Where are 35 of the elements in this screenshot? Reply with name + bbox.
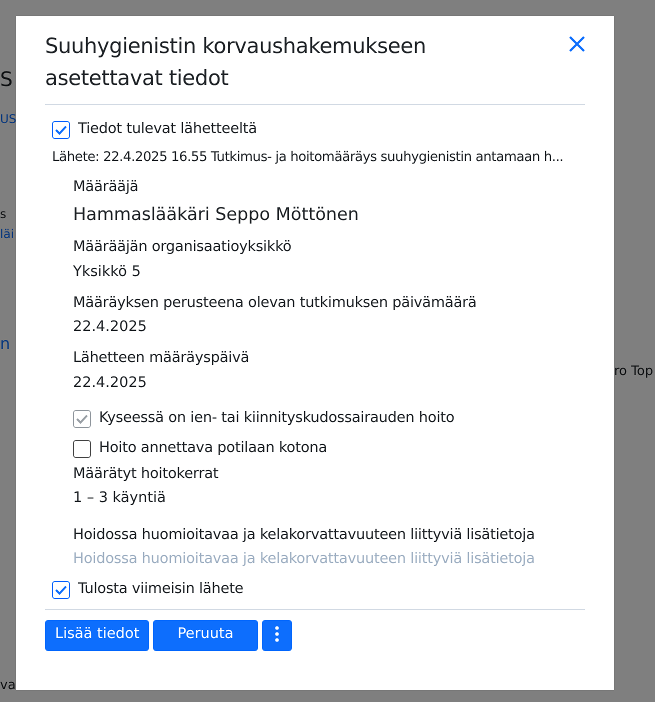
more-button[interactable] [262,620,292,650]
add-info-button[interactable]: Lisää tiedot [45,620,150,650]
checkbox[interactable] [73,440,91,458]
field-value: 22.4.2025 [73,374,148,393]
background-link[interactable]: n [0,332,10,356]
cancel-button[interactable]: Peruuta [153,620,258,650]
more-icon [274,626,278,642]
background-link[interactable]: läi [0,225,14,243]
field-value: 1 – 3 käyntiä [73,489,167,508]
field-value: Hammaslääkäri Seppo Möttönen [73,204,360,227]
checkbox[interactable] [52,121,70,139]
background-heading: S [0,66,13,93]
dialog-title: Suuhygienistin korvaushakemukseen asetettavat tiedot [45,33,427,92]
check-icon [55,584,67,594]
field-label: Määräyksen perusteena olevan tutkimuksen päivämäärä [73,294,478,312]
field-label: Hoidossa huomioitavaa ja kelakorvattavuuteen liittyviä lisätietoja [73,526,536,545]
field-value: Yksikkö 5 [73,262,142,282]
close-button[interactable] [568,34,586,52]
checkbox-label: Hoito annettava potilaan kotona [99,438,328,458]
background-link[interactable]: US [0,110,16,128]
checkbox-label: Kyseessä on ien- tai kiinnityskudossairauden hoito [99,408,454,428]
checkbox-label: Tiedot tulevat lähetteeltä [78,120,257,140]
field-label: Määrätyt hoitokerrat [73,464,220,484]
background-text: va [0,677,16,695]
field-label: Lähetteen määräyspäivä [73,349,250,368]
checkbox[interactable] [52,580,70,598]
checkbox-label: Tulosta viimeisin lähete [78,580,244,599]
check-icon [76,414,88,424]
field-value: 22.4.2025 [73,318,148,338]
field-label: Määrääjä [73,178,140,197]
background-text: ro Top [614,363,654,381]
check-icon [55,125,67,135]
background-text: s [0,206,6,223]
field-label: Määrääjän organisaatioyksikkö [73,238,292,257]
referral-info: Lähete: 22.4.2025 16.55 Tutkimus- ja hoitomääräys suuhygienistin antamaan h... [51,149,564,167]
